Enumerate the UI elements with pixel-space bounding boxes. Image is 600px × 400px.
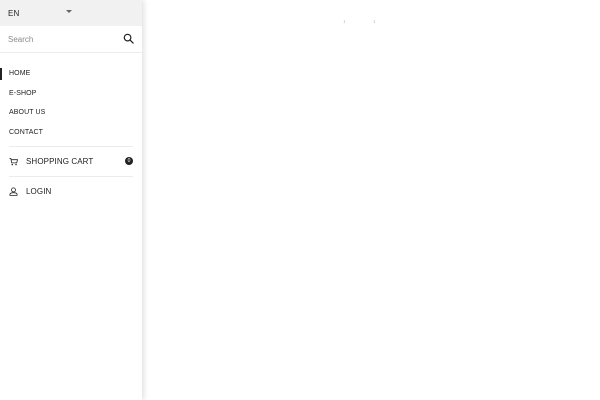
- main-nav: HOME E-SHOP ABOUT US CONTACT: [0, 64, 142, 142]
- search-input[interactable]: [8, 34, 108, 44]
- nav-item-home[interactable]: HOME: [0, 64, 142, 84]
- login-label: LOGIN: [26, 187, 52, 196]
- shopping-cart-icon: [9, 157, 18, 166]
- shopping-cart-link[interactable]: SHOPPING CART 0: [0, 147, 142, 176]
- sort-arrow-icon: ↕: [343, 19, 346, 25]
- search-bar: [0, 26, 142, 53]
- cart-count-badge: 0: [125, 157, 133, 165]
- nav-item-e-shop[interactable]: E-SHOP: [0, 84, 142, 104]
- language-label: EN: [8, 8, 20, 18]
- login-link[interactable]: LOGIN: [0, 177, 142, 206]
- side-drawer: EN HOME E-SHOP ABOUT US CONTACT SHOPPING…: [0, 0, 142, 400]
- chevron-down-icon: [66, 10, 72, 13]
- user-icon: [9, 187, 18, 196]
- nav-item-about-us[interactable]: ABOUT US: [0, 103, 142, 123]
- search-icon[interactable]: [123, 33, 134, 44]
- shopping-cart-label: SHOPPING CART: [26, 157, 94, 166]
- page: EN HOME E-SHOP ABOUT US CONTACT SHOPPING…: [0, 0, 600, 400]
- nav-item-contact[interactable]: CONTACT: [0, 123, 142, 143]
- language-selector[interactable]: EN: [0, 0, 142, 26]
- sort-arrow-icon: ↕: [373, 19, 376, 25]
